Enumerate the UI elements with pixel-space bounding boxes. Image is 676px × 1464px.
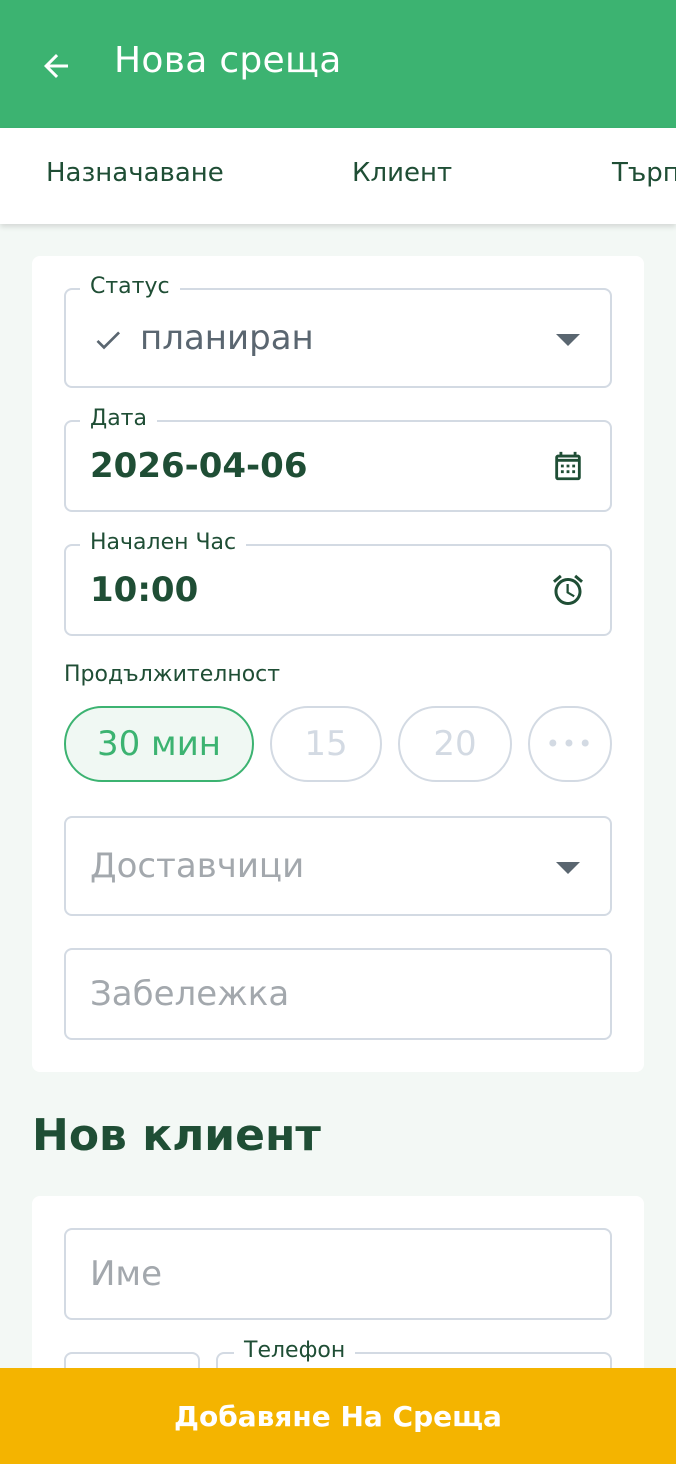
date-field[interactable]: Дата 2026-04-06 bbox=[64, 406, 612, 512]
date-label: Дата bbox=[80, 406, 157, 431]
status-value: планиран bbox=[140, 318, 314, 358]
note-placeholder: Забележка bbox=[90, 974, 290, 1014]
page-title: Нова среща bbox=[114, 40, 342, 81]
chevron-down-icon bbox=[556, 862, 580, 874]
check-icon bbox=[96, 331, 120, 350]
note-input[interactable]: Забележка bbox=[64, 948, 612, 1040]
start-time-field[interactable]: Начален Час 10:00 bbox=[64, 530, 612, 636]
start-time-value: 10:00 bbox=[90, 570, 199, 610]
phone-label: Телефон bbox=[234, 1338, 356, 1363]
tab-third[interactable]: Търп bbox=[612, 158, 676, 188]
status-label: Статус bbox=[80, 274, 180, 299]
suppliers-placeholder: Доставчици bbox=[90, 846, 305, 886]
more-horizontal-icon: ••• bbox=[545, 730, 595, 758]
duration-chip-15[interactable]: 15 bbox=[270, 706, 382, 782]
chevron-down-icon bbox=[556, 334, 580, 346]
duration-more-button[interactable]: ••• bbox=[528, 706, 612, 782]
alarm-clock-icon bbox=[553, 574, 583, 605]
tab-bar: Назначаване Клиент Търп bbox=[0, 128, 676, 224]
app-bar: Нова среща bbox=[0, 0, 676, 128]
back-button[interactable] bbox=[36, 46, 76, 86]
new-client-title: Нов клиент bbox=[32, 1110, 321, 1161]
duration-chip-20[interactable]: 20 bbox=[398, 706, 512, 782]
appointment-card: Статус планиран Дата 2026-04-06 Начален … bbox=[32, 256, 644, 1072]
calendar-button[interactable] bbox=[550, 448, 586, 484]
tab-appointment[interactable]: Назначаване bbox=[46, 158, 224, 188]
suppliers-select[interactable]: Доставчици bbox=[64, 816, 612, 916]
add-appointment-button[interactable]: Добавяне На Среща bbox=[0, 1368, 676, 1464]
name-input[interactable]: Име bbox=[64, 1228, 612, 1320]
status-select[interactable]: Статус планиран bbox=[64, 274, 612, 388]
name-placeholder: Име bbox=[90, 1254, 163, 1294]
tab-client[interactable]: Клиент bbox=[352, 158, 452, 188]
date-value: 2026-04-06 bbox=[90, 446, 308, 486]
calendar-icon bbox=[555, 451, 581, 481]
start-time-label: Начален Час bbox=[80, 530, 247, 555]
status-dropdown-toggle[interactable] bbox=[550, 322, 586, 358]
duration-chip-30[interactable]: 30 мин bbox=[64, 706, 254, 782]
time-picker-button[interactable] bbox=[550, 572, 586, 608]
duration-label: Продължителност bbox=[64, 662, 281, 687]
arrow-left-icon bbox=[44, 54, 68, 78]
suppliers-dropdown-toggle[interactable] bbox=[550, 850, 586, 886]
